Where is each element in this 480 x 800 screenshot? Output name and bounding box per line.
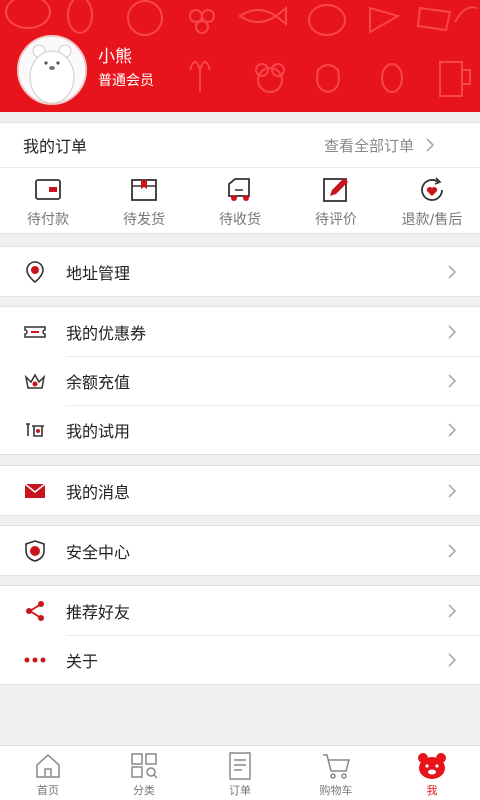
crown-icon (24, 372, 46, 389)
chevron-right-icon (448, 324, 457, 339)
order-doc-icon (229, 752, 251, 780)
menu-item-trial[interactable]: 我的试用 (0, 405, 480, 454)
menu-item-coupons[interactable]: 我的优惠券 (0, 307, 480, 356)
bear-icon (418, 753, 446, 779)
menu-item-label: 我的消息 (66, 482, 131, 502)
cart-icon (323, 754, 350, 779)
messages-section: 我的消息 (0, 465, 480, 516)
security-section: 安全中心 (0, 525, 480, 576)
tab-cart[interactable]: 购物车 (288, 746, 384, 800)
home-icon (36, 753, 60, 778)
menu-item-label: 我的优惠券 (66, 323, 147, 343)
truck-icon (228, 178, 250, 201)
status-pending-review[interactable]: 待评价 (288, 168, 384, 233)
view-all-orders-label: 查看全部订单 (323, 136, 414, 155)
menu-item-address[interactable]: 地址管理 (0, 247, 480, 296)
chevron-right-icon (448, 373, 457, 388)
menu-item-share[interactable]: 推荐好友 (0, 586, 480, 635)
ticket-icon (24, 325, 46, 338)
chevron-right-icon (448, 483, 457, 498)
chevron-right-icon (448, 264, 457, 279)
status-label: 待付款 (27, 212, 69, 228)
tab-me[interactable]: 我 (384, 746, 480, 800)
location-pin-icon (26, 260, 44, 283)
menu-item-about[interactable]: 关于 (0, 635, 480, 684)
share-icon (26, 600, 44, 621)
tab-label: 我 (426, 784, 438, 797)
status-pending-receipt[interactable]: 待收货 (192, 168, 288, 233)
profile-header: 小熊 普通会员 (0, 0, 480, 112)
status-label: 退款/售后 (401, 212, 463, 228)
menu-item-label: 地址管理 (66, 263, 131, 283)
bear-avatar-icon (19, 37, 85, 103)
misc-section: 推荐好友 关于 (0, 585, 480, 685)
status-refund-aftersales[interactable]: 退款/售后 (384, 168, 480, 233)
box-icon (131, 179, 157, 201)
category-icon (131, 753, 158, 779)
wallet-icon (35, 179, 61, 200)
tab-label: 订单 (229, 784, 251, 797)
menu-item-recharge[interactable]: 余额充值 (0, 356, 480, 405)
chevron-right-icon (448, 603, 457, 618)
menu-item-label: 推荐好友 (66, 602, 131, 622)
menu-item-label: 余额充值 (66, 372, 131, 392)
orders-title: 我的订单 (23, 137, 88, 156)
tab-category[interactable]: 分类 (96, 746, 192, 800)
status-pending-shipment[interactable]: 待发货 (96, 168, 192, 233)
chevron-right-icon (448, 652, 457, 667)
chevron-right-icon (448, 422, 457, 437)
orders-section: 我的订单 查看全部订单 待付款 待发货 待收货 待评价 退款/售后 (0, 122, 480, 234)
menu-item-label: 关于 (66, 651, 99, 671)
avatar[interactable] (17, 35, 87, 105)
view-all-orders-link[interactable]: 查看全部订单 (324, 135, 458, 156)
menu-item-label: 我的试用 (66, 421, 131, 441)
bottom-tab-bar: 首页 分类 订单 购物车 我 (0, 745, 480, 800)
wallet-section: 我的优惠券 余额充值 我的试用 (0, 306, 480, 455)
menu-item-label: 安全中心 (66, 542, 131, 562)
address-section: 地址管理 (0, 246, 480, 297)
chevron-right-icon (448, 543, 457, 558)
shield-icon (25, 539, 45, 562)
status-label: 待评价 (315, 212, 357, 228)
tab-label: 分类 (133, 784, 155, 797)
status-label: 待收货 (219, 212, 261, 228)
username: 小熊 (98, 47, 132, 67)
member-level: 普通会员 (98, 73, 154, 89)
chevron-right-icon (426, 138, 435, 152)
edit-icon (323, 178, 348, 202)
menu-item-messages[interactable]: 我的消息 (0, 466, 480, 515)
tab-label: 首页 (37, 784, 59, 797)
refund-heart-icon (421, 177, 443, 201)
more-dots-icon (24, 657, 46, 662)
tab-label: 购物车 (319, 784, 353, 797)
menu-item-security[interactable]: 安全中心 (0, 526, 480, 575)
tab-home[interactable]: 首页 (0, 746, 96, 800)
order-status-row: 待付款 待发货 待收货 待评价 退款/售后 (0, 168, 480, 233)
orders-header[interactable]: 我的订单 查看全部订单 (0, 123, 480, 168)
envelope-icon (24, 482, 46, 498)
status-pending-payment[interactable]: 待付款 (0, 168, 96, 233)
status-label: 待发货 (123, 212, 165, 228)
trial-icon (26, 422, 44, 437)
tab-orders[interactable]: 订单 (192, 746, 288, 800)
